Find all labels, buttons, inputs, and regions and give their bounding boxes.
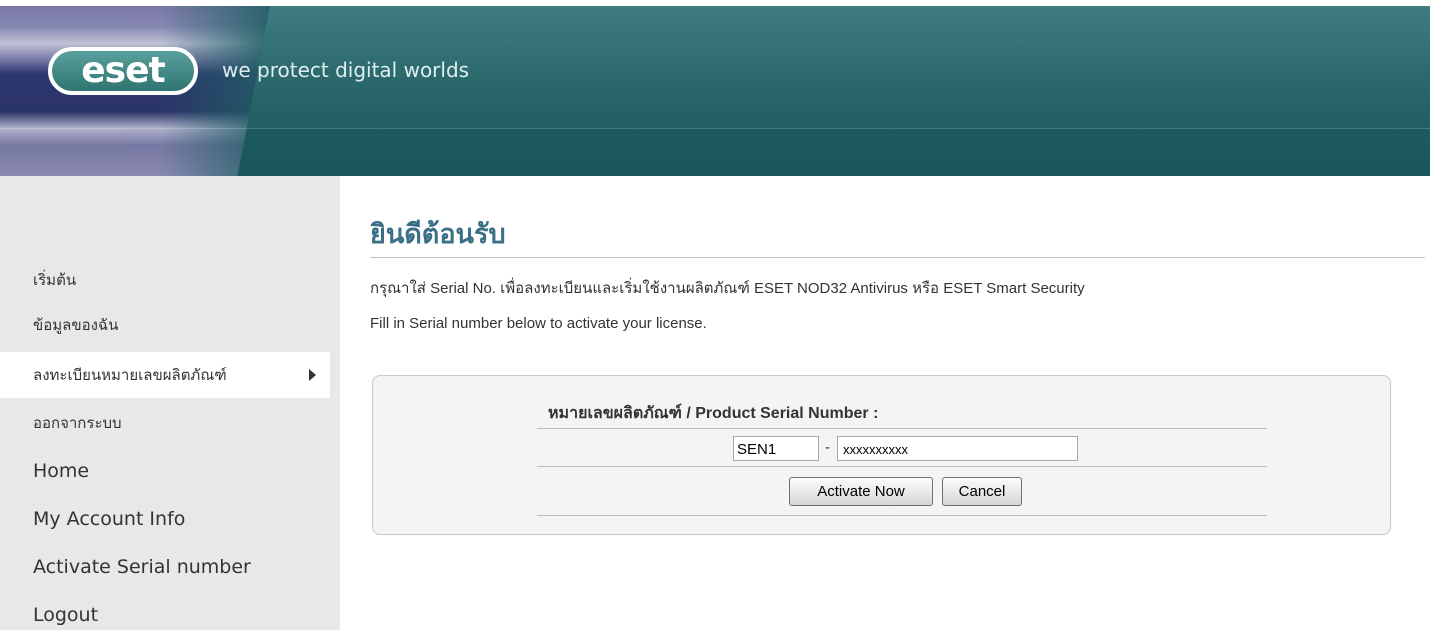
serial-number-label: หมายเลขผลิตภัณฑ์ / Product Serial Number… [548,405,879,422]
tagline: we protect digital worlds [222,58,470,82]
form-divider [537,428,1267,429]
site-header: eset we protect digital worlds [0,0,1430,176]
sidebar-item-label: Home [33,460,90,482]
serial-number-input[interactable] [837,436,1078,461]
serial-separator: - [825,439,830,456]
sidebar-item-label: Logout [33,604,99,626]
sidebar-item-label: เริ่มต้น [33,271,77,289]
sidebar-item-register-serial-th[interactable]: ลงทะเบียนหมายเลขผลิตภัณฑ์ [0,352,330,398]
sidebar-item-activate-serial[interactable]: Activate Serial number [0,544,340,590]
activate-now-button[interactable]: Activate Now [789,477,933,506]
form-divider [537,466,1267,467]
header-divider [0,128,1430,129]
caret-right-icon [309,369,316,381]
serial-prefix-input[interactable] [733,436,819,461]
sidebar-item-label: ออกจากระบบ [33,414,122,432]
sidebar-item-home[interactable]: Home [0,448,340,494]
intro-text-th: กรุณาใส่ Serial No. เพื่อลงทะเบียนและเริ… [370,280,1085,297]
page-title: ยินดีต้อนรับ [370,219,506,250]
eset-logo[interactable]: eset [48,47,198,95]
sidebar-item-my-info-th[interactable]: ข้อมูลของฉัน [0,302,340,348]
sidebar-item-my-account-info[interactable]: My Account Info [0,496,340,542]
sidebar-item-logout-th[interactable]: ออกจากระบบ [0,400,340,446]
sidebar-item-label: ข้อมูลของฉัน [33,316,119,334]
sidebar-item-start-th[interactable]: เริ่มต้น [0,257,340,303]
sidebar-item-label: ลงทะเบียนหมายเลขผลิตภัณฑ์ [33,366,227,384]
header-top-border [0,0,1430,6]
intro-text-en: Fill in Serial number below to activate … [370,315,707,332]
form-divider [537,515,1267,516]
sidebar-item-label: Activate Serial number [33,556,251,578]
sidebar-item-logout[interactable]: Logout [0,592,340,638]
logo-text: eset [81,50,165,91]
cancel-button[interactable]: Cancel [942,477,1022,506]
sidebar-item-label: My Account Info [33,508,186,530]
title-divider [370,257,1425,258]
